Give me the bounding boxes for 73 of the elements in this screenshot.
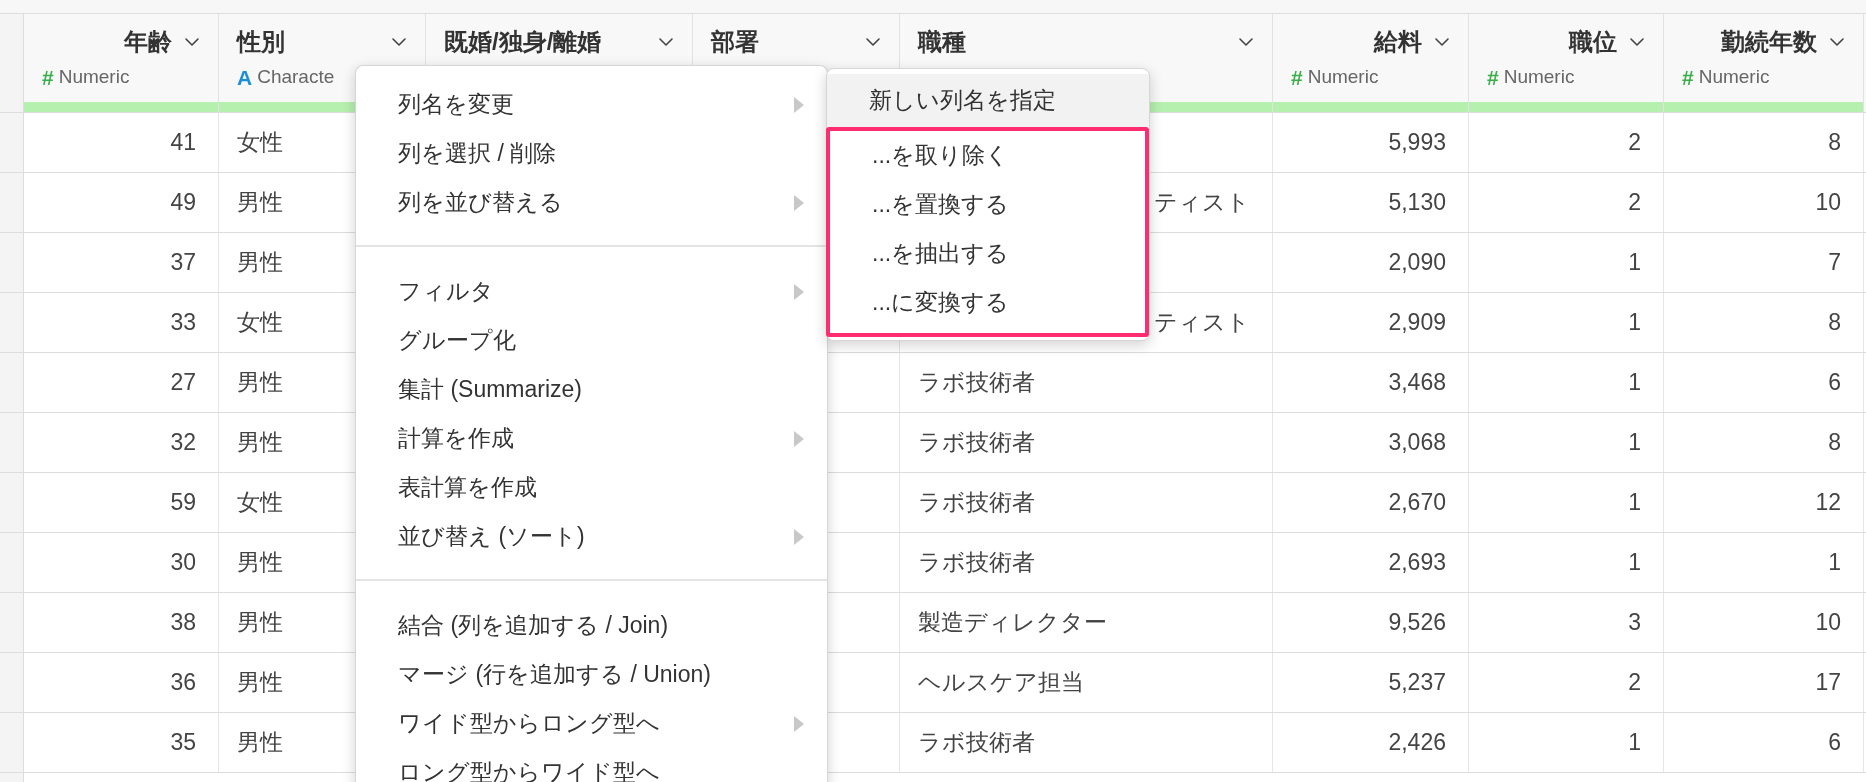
table-cell: 2,670 bbox=[1273, 473, 1469, 532]
table-cell: 3 bbox=[1469, 593, 1664, 652]
submenu-arrow-icon bbox=[793, 193, 805, 212]
table-cell: 5,237 bbox=[1273, 653, 1469, 712]
table-cell: 6 bbox=[1664, 353, 1864, 412]
letter-a-icon: A bbox=[237, 66, 253, 88]
table-cell: 1 bbox=[1469, 713, 1664, 772]
column-header[interactable]: 給料 # Numeric bbox=[1273, 14, 1469, 112]
column-type-label: Numeric bbox=[58, 66, 130, 88]
table-cell: 17 bbox=[1664, 653, 1864, 712]
table-cell: 2,909 bbox=[1273, 293, 1469, 352]
table-cell: 1 bbox=[1469, 233, 1664, 292]
table-cell: 2 bbox=[1469, 113, 1664, 172]
table-cell: 1 bbox=[1469, 413, 1664, 472]
table-cell: 49 bbox=[24, 173, 219, 232]
table-cell: 10 bbox=[1664, 173, 1864, 232]
table-cell: 38 bbox=[24, 593, 219, 652]
table-cell: 3,468 bbox=[1273, 353, 1469, 412]
table-cell: 5,130 bbox=[1273, 173, 1469, 232]
submenu-arrow-icon bbox=[793, 714, 805, 733]
table-cell: ヘルスケア担当 bbox=[900, 653, 1273, 712]
table-cell: 2 bbox=[1469, 173, 1664, 232]
table-cell: ラボ技術者 bbox=[900, 713, 1273, 772]
table-cell: 59 bbox=[24, 473, 219, 532]
table-cell: ラボ技術者 bbox=[900, 413, 1273, 472]
table-cell: 7 bbox=[1664, 233, 1864, 292]
table-cell: 1 bbox=[1469, 473, 1664, 532]
column-header[interactable]: 職位 # Numeric bbox=[1469, 14, 1664, 112]
table-cell: 2 bbox=[1469, 653, 1664, 712]
table-cell: 8 bbox=[1664, 113, 1864, 172]
submenu-item[interactable]: ...を抽出する bbox=[830, 229, 1145, 278]
column-header[interactable]: 年齢 # Numeric bbox=[24, 14, 219, 112]
column-type-label: Numeric bbox=[1503, 66, 1575, 88]
hash-icon: # bbox=[1487, 66, 1499, 88]
table-cell: ラボ技術者 bbox=[900, 353, 1273, 412]
table-cell: 2,090 bbox=[1273, 233, 1469, 292]
table-cell: 2,693 bbox=[1273, 533, 1469, 592]
hash-icon: # bbox=[1291, 66, 1303, 88]
table-cell: 製造ディレクター bbox=[900, 593, 1273, 652]
table-cell: 1 bbox=[1469, 293, 1664, 352]
table-cell: 1 bbox=[1469, 533, 1664, 592]
table-cell: 3,068 bbox=[1273, 413, 1469, 472]
submenu-arrow-icon bbox=[793, 527, 805, 546]
hash-icon: # bbox=[1682, 66, 1694, 88]
table-cell: 6 bbox=[1664, 713, 1864, 772]
table-cell: 32 bbox=[24, 413, 219, 472]
submenu-arrow-icon bbox=[793, 95, 805, 114]
table-cell: ラボ技術者 bbox=[900, 473, 1273, 532]
column-header[interactable]: 勤続年数 # Numeric bbox=[1664, 14, 1864, 112]
table-cell: 9,526 bbox=[1273, 593, 1469, 652]
table-cell: 1 bbox=[1469, 353, 1664, 412]
submenu-arrow-icon bbox=[793, 282, 805, 301]
table-cell: 33 bbox=[24, 293, 219, 352]
table-cell: 5,993 bbox=[1273, 113, 1469, 172]
table-cell: 12 bbox=[1664, 473, 1864, 532]
table-cell: 41 bbox=[24, 113, 219, 172]
submenu-arrow-icon bbox=[793, 429, 805, 448]
table-cell: 2,426 bbox=[1273, 713, 1469, 772]
table-cell: 36 bbox=[24, 653, 219, 712]
column-type-label: Characte bbox=[257, 66, 335, 88]
table-cell: 8 bbox=[1664, 413, 1864, 472]
column-type-label: Numeric bbox=[1698, 66, 1770, 88]
table-cell: 10 bbox=[1664, 593, 1864, 652]
table-cell: 8 bbox=[1664, 293, 1864, 352]
hash-icon: # bbox=[42, 66, 54, 88]
submenu-item[interactable]: 新しい列名を指定 bbox=[827, 74, 1149, 127]
table-cell: 1 bbox=[1664, 533, 1864, 592]
table-cell: ラボ技術者 bbox=[900, 533, 1273, 592]
table-cell: 30 bbox=[24, 533, 219, 592]
table-cell: 27 bbox=[24, 353, 219, 412]
table-cell: 37 bbox=[24, 233, 219, 292]
table-cell: 35 bbox=[24, 713, 219, 772]
column-type-label: Numeric bbox=[1307, 66, 1379, 88]
